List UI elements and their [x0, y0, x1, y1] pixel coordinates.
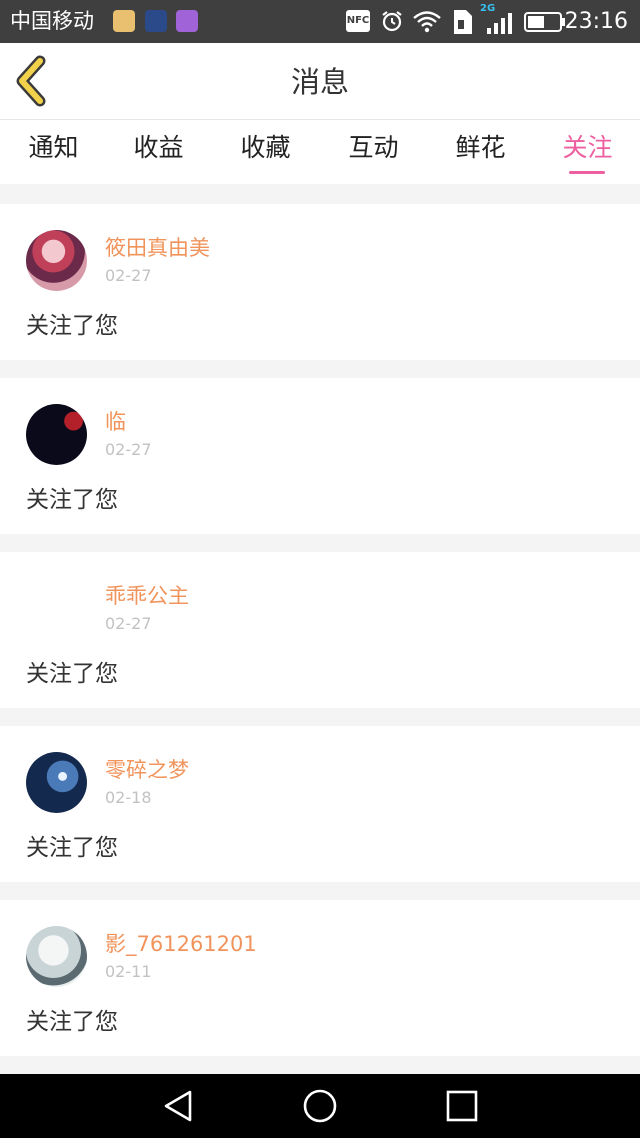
app-header: 消息: [0, 43, 640, 120]
gallery-icon: [176, 10, 198, 32]
tab-label: 收藏: [240, 133, 291, 162]
tab-interactions[interactable]: 互动: [320, 120, 427, 184]
username[interactable]: 影_761261201: [105, 930, 257, 958]
avatar[interactable]: [26, 752, 87, 813]
message-text: 关注了您: [26, 1009, 118, 1035]
username[interactable]: 零碎之梦: [105, 756, 189, 784]
system-nav-bar: [0, 1074, 640, 1138]
username[interactable]: 筱田真由美: [105, 234, 210, 262]
username[interactable]: 乖乖公主: [105, 582, 189, 610]
message-text: 关注了您: [26, 487, 118, 513]
timestamp: 02-27: [105, 614, 152, 633]
message-text: 关注了您: [26, 313, 118, 339]
battery-icon: [524, 12, 565, 32]
username[interactable]: 临: [105, 408, 126, 436]
message-text: 关注了您: [26, 661, 118, 687]
timestamp: 02-18: [105, 788, 152, 807]
sim-icon: [454, 10, 472, 34]
tab-label: 收益: [133, 133, 184, 162]
home-circle-icon[interactable]: [302, 1088, 338, 1124]
tab-label: 通知: [28, 133, 79, 162]
tab-label: 鲜花: [455, 133, 506, 162]
list-item[interactable]: 临 02-27 关注了您: [0, 378, 640, 534]
tab-bar: 通知 收益 收藏 互动 鲜花 关注: [0, 120, 640, 184]
timestamp: 02-27: [105, 440, 152, 459]
nfc-icon: NFC: [346, 10, 370, 32]
avatar[interactable]: [26, 926, 87, 987]
recents-square-icon[interactable]: [444, 1088, 480, 1124]
timestamp: 02-11: [105, 962, 152, 981]
screen: 中国移动 NFC 2G 23:16 消息 通知 收益 收藏 互动 鲜花 关注 筱…: [0, 0, 640, 1138]
tab-label: 关注: [562, 133, 613, 162]
list-item[interactable]: 筱田真由美 02-27 关注了您: [0, 204, 640, 360]
clock-label: 23:16: [564, 9, 628, 34]
signal-icon: [487, 13, 512, 34]
wifi-icon: [413, 11, 441, 33]
timestamp: 02-27: [105, 266, 152, 285]
list-item[interactable]: 影_761261201 02-11 关注了您: [0, 900, 640, 1056]
back-triangle-icon[interactable]: [160, 1088, 196, 1124]
tab-label: 互动: [348, 133, 399, 162]
app-notification-icon: [113, 10, 135, 32]
tab-follows[interactable]: 关注: [534, 120, 640, 184]
tab-earnings[interactable]: 收益: [105, 120, 212, 184]
page-title: 消息: [290, 65, 349, 99]
status-bar: 中国移动 NFC 2G 23:16: [0, 0, 640, 43]
active-tab-indicator: [569, 171, 605, 174]
avatar[interactable]: [26, 578, 87, 639]
list-item[interactable]: 乖乖公主 02-27 关注了您: [0, 552, 640, 708]
carrier-label: 中国移动: [10, 9, 94, 33]
tab-notifications[interactable]: 通知: [0, 120, 107, 184]
tab-flowers[interactable]: 鲜花: [427, 120, 534, 184]
app-notification-icon: [145, 10, 167, 32]
list-item[interactable]: 零碎之梦 02-18 关注了您: [0, 726, 640, 882]
alarm-icon: [382, 11, 402, 32]
tab-favorites[interactable]: 收藏: [212, 120, 319, 184]
message-text: 关注了您: [26, 835, 118, 861]
avatar[interactable]: [26, 230, 87, 291]
avatar[interactable]: [26, 404, 87, 465]
